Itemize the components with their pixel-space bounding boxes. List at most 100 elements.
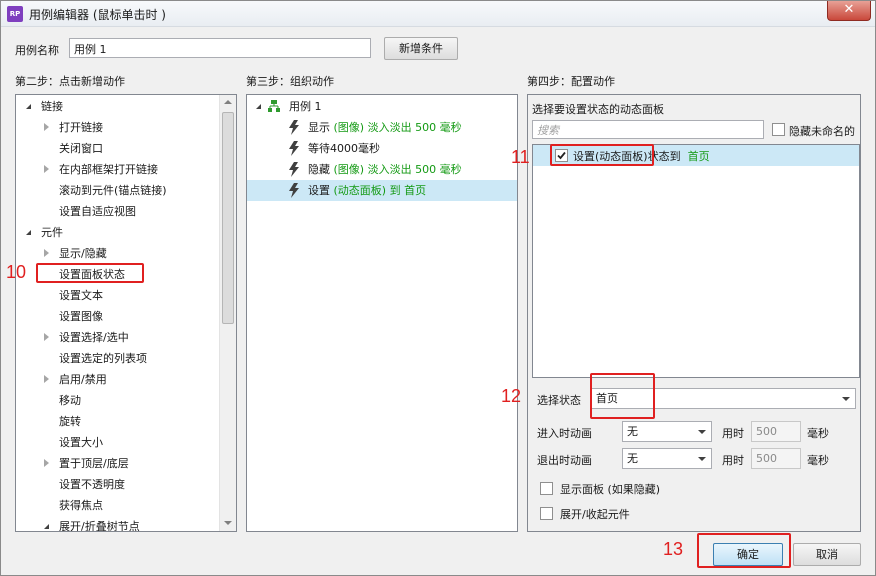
tree-item-label: 在内部框架打开链接 xyxy=(59,163,158,176)
collapsed-triangle-icon[interactable] xyxy=(44,459,49,467)
tree-item-4[interactable]: 滚动到元件(锚点链接) xyxy=(16,180,218,201)
collapsed-triangle-icon[interactable] xyxy=(44,333,49,341)
tree-item-10[interactable]: 设置图像 xyxy=(16,306,218,327)
tree-item-16[interactable]: 设置大小 xyxy=(16,432,218,453)
case-name-input[interactable]: 用例 1 xyxy=(69,38,371,58)
expand-collapse-checkbox[interactable] xyxy=(540,507,553,520)
exit-anim-dropdown[interactable]: 无 xyxy=(622,448,712,469)
tree-item-19[interactable]: 获得焦点 xyxy=(16,495,218,516)
action-target: (图像) xyxy=(333,163,365,176)
collapse-triangle-icon[interactable] xyxy=(256,104,261,109)
action-item-3[interactable]: 设置 (动态面板) 到 首页 xyxy=(247,180,517,201)
annotation-box-11 xyxy=(550,144,654,166)
lightning-icon xyxy=(289,120,299,135)
organize-actions-panel: 用例 1 显示 (图像) 淡入淡出 500 毫秒等待4000毫秒隐藏 (图像) … xyxy=(246,94,518,532)
expand-triangle-icon[interactable] xyxy=(26,104,31,109)
annotation-box-10 xyxy=(36,263,144,283)
tree-item-14[interactable]: 移动 xyxy=(16,390,218,411)
tree-item-label: 展开/折叠树节点 xyxy=(59,520,140,532)
tree-item-6[interactable]: 元件 xyxy=(16,222,218,243)
enter-duration-input[interactable]: 500 xyxy=(751,421,801,442)
tree-item-1[interactable]: 打开链接 xyxy=(16,117,218,138)
enter-duration-label: 用时 xyxy=(722,427,744,440)
tree-item-label: 显示/隐藏 xyxy=(59,247,107,260)
annotation-number-12: 12 xyxy=(501,386,522,406)
item-state: 首页 xyxy=(687,150,710,163)
action-tree-panel: 链接打开链接关闭窗口在内部框架打开链接 滚动到元件(锚点链接) 设置自适应视图元件显… xyxy=(15,94,237,532)
action-detail: 到 首页 xyxy=(389,184,427,197)
step2-heading: 第二步：点击新增动作 xyxy=(15,75,125,88)
enter-ms-label: 毫秒 xyxy=(807,427,829,440)
collapsed-triangle-icon[interactable] xyxy=(44,165,49,173)
chevron-down-icon xyxy=(698,430,706,434)
hide-unnamed-checkbox[interactable] xyxy=(772,123,785,136)
chevron-down-icon xyxy=(842,397,850,401)
annotation-number-11: 11 xyxy=(511,147,530,167)
tree-item-label: 滚动到元件(锚点链接) xyxy=(59,184,167,197)
tree-item-label: 获得焦点 xyxy=(59,499,103,512)
action-verb: 等待4000毫秒 xyxy=(308,142,380,155)
action-item-2[interactable]: 隐藏 (图像) 淡入淡出 500 毫秒 xyxy=(247,159,517,180)
tree-item-5[interactable]: 设置自适应视图 xyxy=(16,201,218,222)
tree-item-18[interactable]: 设置不透明度 xyxy=(16,474,218,495)
collapsed-triangle-icon[interactable] xyxy=(44,375,49,383)
tree-item-12[interactable]: 设置选定的列表项 xyxy=(16,348,218,369)
scroll-thumb[interactable] xyxy=(222,112,234,324)
tree-item-label: 启用/禁用 xyxy=(59,373,107,386)
action-item-1[interactable]: 等待4000毫秒 xyxy=(247,138,517,159)
action-item-text: 隐藏 (图像) 淡入淡出 500 毫秒 xyxy=(308,159,462,180)
lightning-icon xyxy=(289,162,299,177)
title-bar: RP 用例编辑器 (鼠标单击时 ) ✕ xyxy=(1,1,875,27)
search-input[interactable]: 搜索 xyxy=(532,120,764,139)
action-verb: 显示 xyxy=(308,121,330,134)
tree-item-9[interactable]: 设置文本 xyxy=(16,285,218,306)
exit-duration-input[interactable]: 500 xyxy=(751,448,801,469)
action-tree-scrollbar[interactable] xyxy=(219,95,236,531)
lightning-icon xyxy=(289,183,299,198)
tree-item-13[interactable]: 启用/禁用 xyxy=(16,369,218,390)
case-node[interactable]: 用例 1 xyxy=(247,96,517,117)
tree-item-label: 元件 xyxy=(41,226,63,239)
tree-item-label: 设置不透明度 xyxy=(59,478,125,491)
tree-item-2[interactable]: 关闭窗口 xyxy=(16,138,218,159)
tree-item-3[interactable]: 在内部框架打开链接 xyxy=(16,159,218,180)
enter-anim-dropdown[interactable]: 无 xyxy=(622,421,712,442)
scroll-up-icon[interactable] xyxy=(224,100,232,104)
show-panel-checkbox[interactable] xyxy=(540,482,553,495)
action-verb: 隐藏 xyxy=(308,163,330,176)
tree-item-label: 链接 xyxy=(41,100,63,113)
annotation-box-12 xyxy=(590,373,655,419)
lightning-icon xyxy=(289,141,299,156)
tree-item-20[interactable]: 展开/折叠树节点 xyxy=(16,516,218,532)
tree-item-7[interactable]: 显示/隐藏 xyxy=(16,243,218,264)
tree-item-0[interactable]: 链接 xyxy=(16,96,218,117)
add-condition-button[interactable]: 新增条件 xyxy=(384,37,458,60)
axure-app-icon: RP xyxy=(7,6,23,22)
action-item-text: 显示 (图像) 淡入淡出 500 毫秒 xyxy=(308,117,462,138)
hide-unnamed-label: 隐藏未命名的 xyxy=(789,125,855,138)
tree-item-11[interactable]: 设置选择/选中 xyxy=(16,327,218,348)
expand-triangle-icon[interactable] xyxy=(44,524,49,529)
enter-anim-label: 进入时动画 xyxy=(537,427,592,440)
scroll-down-icon[interactable] xyxy=(224,521,232,525)
tree-item-17[interactable]: 置于顶层/底层 xyxy=(16,453,218,474)
tree-item-label: 移动 xyxy=(59,394,81,407)
expand-triangle-icon[interactable] xyxy=(26,230,31,235)
collapsed-triangle-icon[interactable] xyxy=(44,123,49,131)
collapsed-triangle-icon[interactable] xyxy=(44,249,49,257)
dynamic-panel-list: 设置(动态面板)状态到 首页 xyxy=(532,144,860,378)
tree-item-label: 打开链接 xyxy=(59,121,103,134)
select-state-label: 选择状态 xyxy=(537,394,581,407)
action-item-text: 等待4000毫秒 xyxy=(308,138,380,159)
case-name-label: 用例名称 xyxy=(15,44,59,57)
show-panel-label: 显示面板 (如果隐藏) xyxy=(560,483,661,496)
tree-item-15[interactable]: 旋转 xyxy=(16,411,218,432)
tree-item-label: 设置图像 xyxy=(59,310,103,323)
annotation-number-13: 13 xyxy=(663,539,684,559)
close-button[interactable]: ✕ xyxy=(827,1,871,21)
action-item-0[interactable]: 显示 (图像) 淡入淡出 500 毫秒 xyxy=(247,117,517,138)
cancel-button[interactable]: 取消 xyxy=(793,543,861,566)
annotation-box-13 xyxy=(697,533,791,568)
tree-item-label: 置于顶层/底层 xyxy=(59,457,129,470)
tree-item-label: 设置文本 xyxy=(59,289,103,302)
